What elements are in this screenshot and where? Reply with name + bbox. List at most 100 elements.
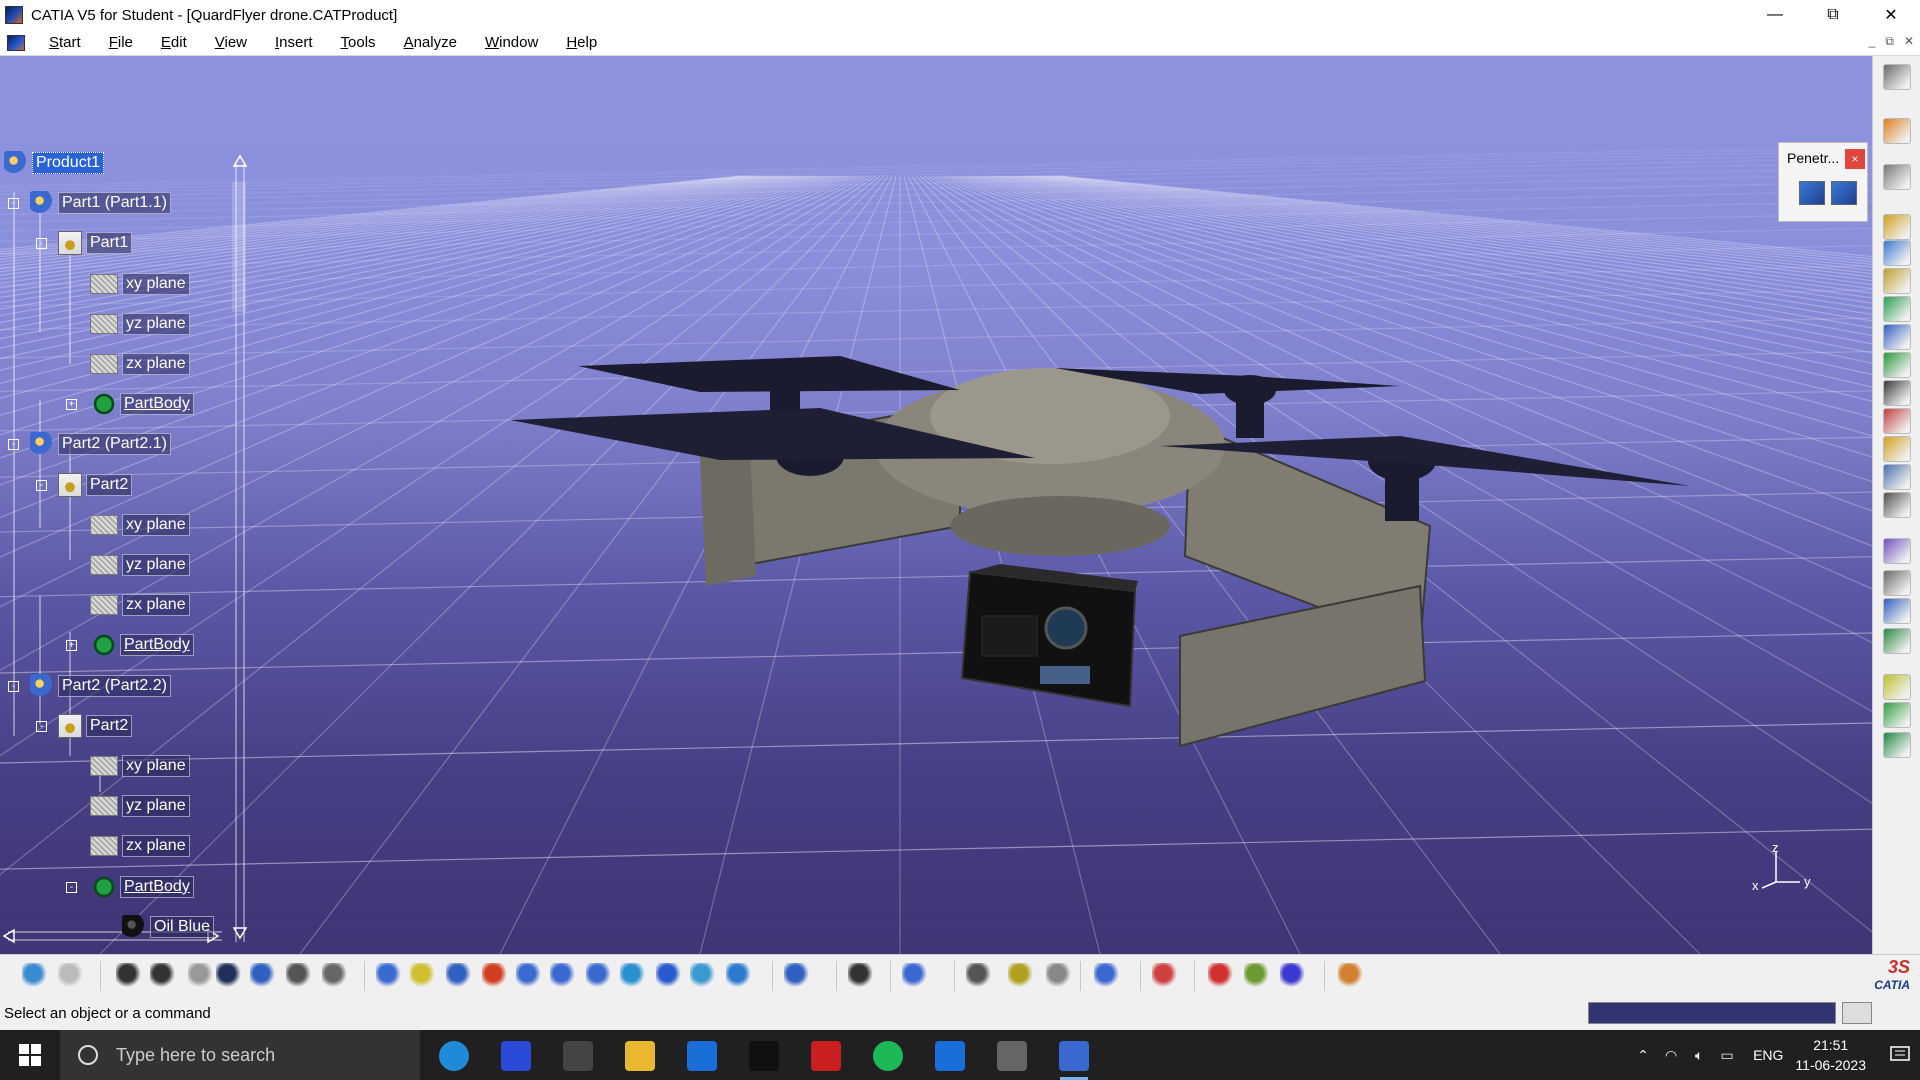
language-indicator[interactable]: ENG [1753,1047,1783,1063]
distance-icon[interactable] [1883,628,1911,654]
tree-node[interactable]: PartBody [92,632,194,658]
fly-mode-icon[interactable] [1883,164,1911,190]
contact-icon[interactable] [1883,702,1911,728]
fly-icon[interactable] [376,963,404,989]
wifi-icon[interactable]: ◠ [1657,1047,1685,1064]
tree-node[interactable]: yz plane [90,552,190,578]
drone-model[interactable] [510,356,1690,748]
measure-item-icon[interactable] [966,963,994,989]
tree-node[interactable]: yz plane [90,311,190,337]
tree-expand-toggle[interactable]: - [36,238,47,250]
menu-window[interactable]: Window [471,34,552,51]
sectioning-icon[interactable] [1883,598,1911,624]
menu-view[interactable]: View [201,34,261,51]
iso-view-icon[interactable] [620,963,648,989]
menu-tools[interactable]: Tools [327,34,390,51]
constraint-icon[interactable] [1883,352,1911,378]
normal-view-icon[interactable] [586,963,614,989]
light-icon[interactable] [188,963,216,989]
formula-icon[interactable] [116,963,144,989]
fit-all-icon[interactable] [410,963,438,989]
redo-icon[interactable] [58,963,86,989]
select-arrow-icon[interactable] [1883,118,1911,144]
tree-node[interactable]: zx plane [90,833,190,859]
notification-icon[interactable] [1880,1030,1920,1080]
swap-icon[interactable] [726,963,754,989]
penetration-mode-2-icon[interactable] [1831,181,1857,205]
3d-viewport[interactable]: z x y Product1 Part1 (Part1.1) - Part1 -… [0,56,1872,954]
shading-icon[interactable] [656,963,684,989]
penetration-panel[interactable]: Penetr... × [1778,142,1868,222]
window-app-icon[interactable] [926,1036,974,1076]
manage-icon[interactable] [902,963,930,989]
coincidence-icon[interactable] [1883,674,1911,700]
sketch-icon[interactable] [1152,963,1180,989]
pan-icon[interactable] [446,963,474,989]
workbench-icon[interactable] [988,1036,1036,1076]
doc-restore-button[interactable]: ⧉ [1885,34,1894,49]
undo-icon[interactable] [22,963,50,989]
clock[interactable]: 21:51 11-06-2023 [1795,1035,1866,1075]
tree-node[interactable]: Part1 [58,230,133,256]
tree-node[interactable]: yz plane [90,793,190,819]
catia-ds-icon[interactable] [740,1036,788,1076]
measure-between-icon[interactable] [784,963,812,989]
assembly-icon[interactable] [1883,214,1911,240]
tree-node[interactable]: Part2 (Part2.2) [30,673,171,699]
tree-node[interactable]: Product1 [4,150,105,176]
tree-node[interactable]: xy plane [90,271,190,297]
tree-node[interactable]: zx plane [90,592,190,618]
tree-expand-toggle[interactable]: - [8,198,19,210]
compare-icon[interactable] [1883,538,1911,564]
material-icon[interactable] [1280,963,1308,989]
camera-icon[interactable] [848,963,876,989]
render-icon[interactable] [1208,963,1236,989]
tree-node[interactable]: Part2 [58,713,133,739]
manipulate-icon[interactable] [1883,324,1911,350]
tree-node[interactable]: PartBody [92,874,194,900]
snap-icon[interactable] [1883,296,1911,322]
publish-icon[interactable] [1883,464,1911,490]
catalog-browser-icon[interactable] [1244,963,1272,989]
catia-app-icon[interactable] [5,6,23,24]
zoom-out-icon[interactable] [550,963,578,989]
minimize-button[interactable]: — [1746,0,1804,30]
tree-node[interactable]: xy plane [90,753,190,779]
taskbar-search-box[interactable]: Type here to search [60,1030,420,1080]
menu-start[interactable]: Start [35,34,95,51]
rotate-icon[interactable] [482,963,510,989]
menu-insert[interactable]: Insert [261,34,327,51]
grid-icon[interactable] [1338,963,1366,989]
specification-tree[interactable]: Product1 Part1 (Part1.1) - Part1 - xy plane yz… [0,150,250,952]
inertia-icon[interactable] [1008,963,1036,989]
tree-expand-toggle[interactable]: - [36,479,47,491]
update-icon[interactable] [286,963,314,989]
doc-minimize-button[interactable]: _ [1869,34,1876,49]
bill-of-material-icon[interactable] [1883,408,1911,434]
tree-expand-toggle[interactable]: - [36,720,47,732]
tree-expand-toggle[interactable]: + [66,399,77,411]
tree-expand-toggle[interactable]: - [8,439,19,451]
reorder-icon[interactable] [1883,380,1911,406]
knowledge-icon[interactable] [150,963,178,989]
edge-icon[interactable] [430,1036,478,1076]
clash-icon[interactable] [1883,570,1911,596]
penetration-mode-1-icon[interactable] [1799,181,1825,205]
catalog-icon[interactable] [1883,436,1911,462]
menu-file[interactable]: File [95,34,147,51]
command-input[interactable] [1588,1002,1836,1024]
skype-icon[interactable] [678,1036,726,1076]
tree-expand-toggle[interactable]: + [66,640,77,652]
tree-node[interactable]: PartBody [92,391,194,417]
restore-button[interactable]: ⧉ [1804,0,1862,30]
chevron-up-icon[interactable]: ⌃ [1629,1047,1657,1064]
hide-show-icon[interactable] [1883,64,1911,90]
tree-expand-toggle[interactable]: - [8,680,19,692]
tree-node[interactable]: zx plane [90,351,190,377]
graph-icon[interactable] [250,963,278,989]
solidworks-icon[interactable] [802,1036,850,1076]
tree-node[interactable]: Part2 (Part2.1) [30,431,171,457]
file-explorer-icon[interactable] [616,1036,664,1076]
battery-icon[interactable]: ▭ [1713,1047,1741,1064]
axis-compass[interactable]: z x y [1752,840,1811,893]
